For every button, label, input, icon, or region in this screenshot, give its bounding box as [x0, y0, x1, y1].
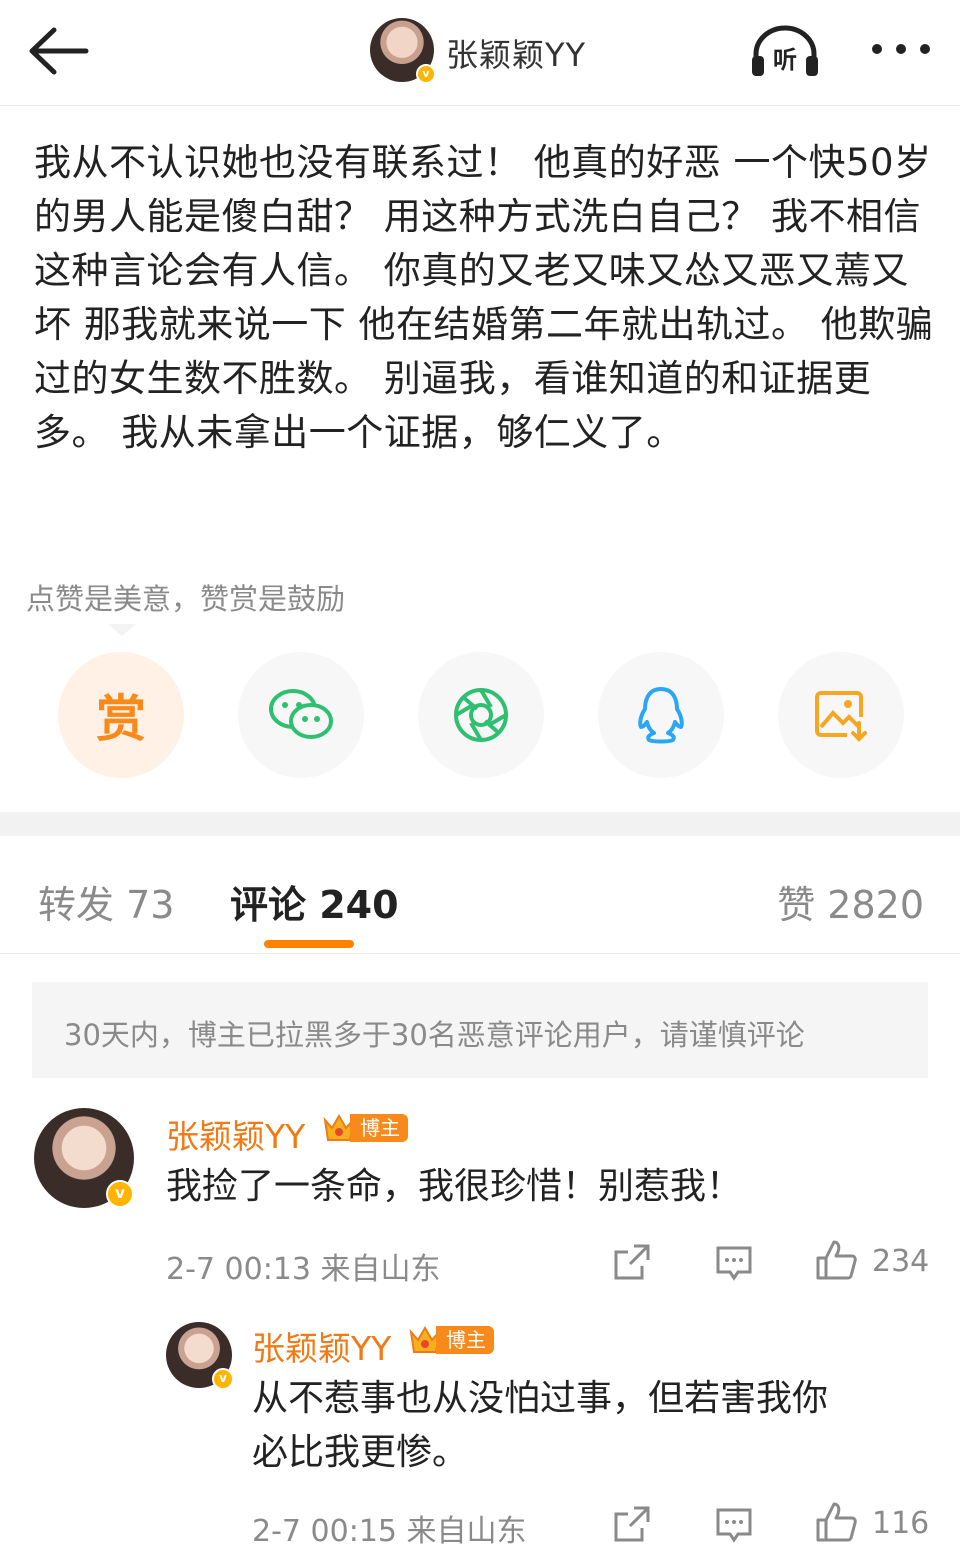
host-badge: 博主	[322, 1110, 408, 1146]
host-badge-label: 博主	[436, 1326, 494, 1354]
reward-button[interactable]: 赏	[58, 652, 184, 778]
active-tab-indicator	[264, 940, 354, 948]
wechat-icon	[269, 689, 333, 739]
avatar[interactable]: v	[370, 18, 436, 84]
tab-repost[interactable]: 转发 73	[38, 874, 174, 929]
section-divider	[0, 812, 960, 836]
save-image-button[interactable]	[778, 652, 904, 778]
notice-text: 30天内，博主已拉黑多于30名恶意评论用户，请谨慎评论	[64, 1018, 805, 1052]
tab-likes[interactable]: 赞 2820	[777, 874, 924, 929]
tab-comments[interactable]: 评论 240	[230, 874, 399, 929]
share-row: 赏	[58, 652, 918, 778]
verified-icon: v	[106, 1180, 134, 1208]
reward-tip: 点赞是美意，赞赏是鼓励	[26, 582, 346, 616]
verified-icon: v	[212, 1368, 234, 1390]
comment-icon[interactable]	[714, 1504, 754, 1544]
top-bar: v 张颖颖YY 听	[0, 0, 960, 106]
host-badge-label: 博主	[350, 1114, 408, 1142]
reply-username[interactable]: 张颖颖YY	[252, 1322, 391, 1370]
share-moments-button[interactable]	[418, 652, 544, 778]
comment-icon[interactable]	[714, 1242, 754, 1282]
listen-label: 听	[773, 46, 797, 74]
comment-meta: 2-7 00:13 来自山东	[166, 1252, 441, 1287]
username[interactable]: 张颖颖YY	[446, 30, 586, 76]
qq-icon	[638, 687, 684, 744]
reply-text-line2: 必比我更惨。	[252, 1432, 469, 1473]
post-text: 我从不认识她也没有联系过！ 他真的好恶 一个快50岁的男人能是傻白甜？ 用这种方…	[34, 141, 934, 454]
repost-icon[interactable]	[612, 1504, 652, 1544]
reply-text-line1: 从不惹事也从没怕过事，但若害我你	[252, 1378, 829, 1419]
host-badge: 博主	[408, 1322, 494, 1358]
share-qq-button[interactable]	[598, 652, 724, 778]
comment-avatar[interactable]: v	[34, 1108, 134, 1208]
save-image-icon	[815, 691, 867, 742]
like-icon[interactable]	[814, 1500, 858, 1544]
like-icon[interactable]	[814, 1238, 858, 1282]
verified-icon: v	[416, 64, 436, 84]
tip-caret	[108, 624, 136, 636]
like-count: 234	[872, 1244, 930, 1279]
tab-bar: 转发 73 评论 240 赞 2820	[0, 836, 960, 954]
moments-icon	[454, 688, 508, 742]
reward-icon: 赏	[96, 690, 146, 748]
repost-icon[interactable]	[612, 1242, 652, 1282]
block-notice: 30天内，博主已拉黑多于30名恶意评论用户，请谨慎评论	[32, 982, 928, 1078]
reply-meta: 2-7 00:15 来自山东	[252, 1514, 527, 1548]
like-count: 116	[872, 1506, 930, 1541]
more-dots-icon[interactable]	[868, 36, 934, 62]
comment-text: 我捡了一条命，我很珍惜！别惹我！	[166, 1166, 743, 1207]
comment-username[interactable]: 张颖颖YY	[166, 1110, 305, 1158]
reply-avatar[interactable]: v	[166, 1322, 234, 1390]
share-wechat-button[interactable]	[238, 652, 364, 778]
arrow-left-icon[interactable]	[26, 24, 90, 78]
headphones-icon[interactable]: 听	[748, 24, 822, 78]
